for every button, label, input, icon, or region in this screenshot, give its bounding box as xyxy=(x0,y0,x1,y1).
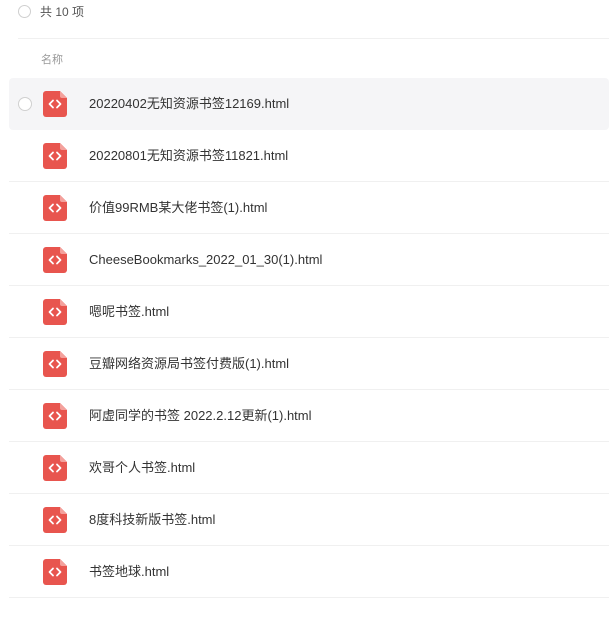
html-file-icon xyxy=(43,247,67,273)
file-row[interactable]: 8度科技新版书签.html xyxy=(9,494,609,546)
row-checkbox[interactable] xyxy=(18,97,32,111)
file-row[interactable]: 豆瓣网络资源局书签付费版(1).html xyxy=(9,338,609,390)
select-all-checkbox[interactable] xyxy=(18,5,31,18)
file-row[interactable]: 欢哥个人书签.html xyxy=(9,442,609,494)
column-name-header[interactable]: 名称 xyxy=(41,51,63,67)
file-name[interactable]: 8度科技新版书签.html xyxy=(89,511,215,529)
list-header: 共 10 项 xyxy=(0,0,609,24)
file-row[interactable]: 20220801无知资源书签11821.html xyxy=(9,130,609,182)
file-row[interactable]: 价值99RMB某大佬书签(1).html xyxy=(9,182,609,234)
html-file-icon xyxy=(43,351,67,377)
html-file-icon xyxy=(43,143,67,169)
html-file-icon xyxy=(43,455,67,481)
file-name[interactable]: 书签地球.html xyxy=(89,563,169,581)
file-list: 20220402无知资源书签12169.html 20220801无知资源书签11… xyxy=(9,78,609,598)
html-file-icon xyxy=(43,507,67,533)
file-row[interactable]: 阿虚同学的书签 2022.2.12更新(1).html xyxy=(9,390,609,442)
column-header: 名称 xyxy=(18,38,609,77)
file-row[interactable]: 书签地球.html xyxy=(9,546,609,598)
file-list-page: 共 10 项 名称 20220402无知资源书签12169.html 202208… xyxy=(0,0,609,619)
file-name[interactable]: 欢哥个人书签.html xyxy=(89,459,195,477)
file-name[interactable]: 价值99RMB某大佬书签(1).html xyxy=(89,199,267,217)
html-file-icon xyxy=(43,195,67,221)
item-count: 共 10 项 xyxy=(40,5,85,19)
html-file-icon xyxy=(43,559,67,585)
file-name[interactable]: 嗯呢书签.html xyxy=(89,303,169,321)
file-row[interactable]: CheeseBookmarks_2022_01_30(1).html xyxy=(9,234,609,286)
file-name[interactable]: 20220801无知资源书签11821.html xyxy=(89,147,288,165)
file-name[interactable]: 豆瓣网络资源局书签付费版(1).html xyxy=(89,355,289,373)
file-row[interactable]: 嗯呢书签.html xyxy=(9,286,609,338)
html-file-icon xyxy=(43,299,67,325)
file-name[interactable]: 20220402无知资源书签12169.html xyxy=(89,95,289,113)
html-file-icon xyxy=(43,403,67,429)
html-file-icon xyxy=(43,91,67,117)
file-name[interactable]: 阿虚同学的书签 2022.2.12更新(1).html xyxy=(89,407,312,425)
file-name[interactable]: CheeseBookmarks_2022_01_30(1).html xyxy=(89,251,322,269)
file-row[interactable]: 20220402无知资源书签12169.html xyxy=(9,78,609,130)
